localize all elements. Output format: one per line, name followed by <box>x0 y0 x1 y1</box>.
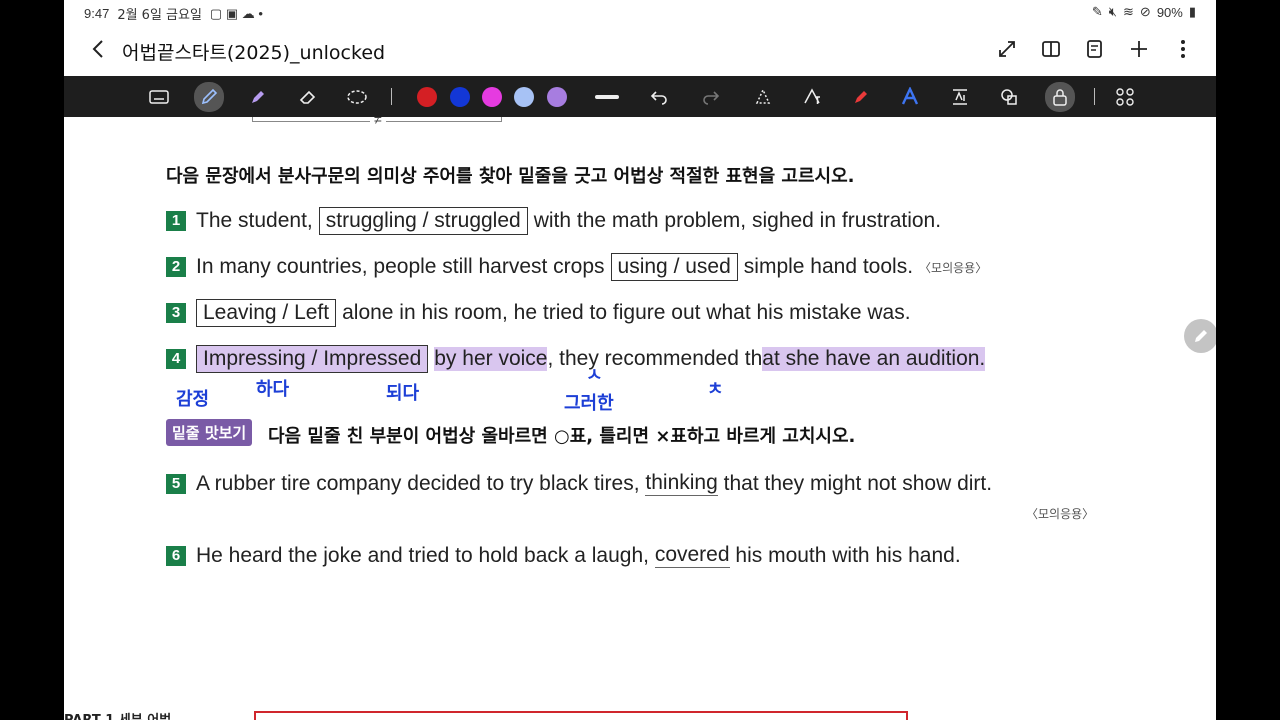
question-5: 5 A rubber tire company decided to try b… <box>166 471 992 496</box>
status-time: 9:47 <box>84 6 110 21</box>
pen-status-icon: ✎ <box>1091 4 1103 19</box>
choice-box: using / used <box>610 253 738 281</box>
question-number: 6 <box>166 545 186 566</box>
dnd-icon: ⊘ <box>1139 4 1151 19</box>
lasso-icon[interactable] <box>344 84 370 110</box>
highlighted-text: by her voice <box>434 347 548 371</box>
question-number: 3 <box>166 303 186 323</box>
question-number: 5 <box>166 473 186 494</box>
instruction-1: 다음 문장에서 분사구문의 의미상 주어를 찾아 밑줄을 긋고 어법상 적절한 … <box>166 166 855 187</box>
question-number: 4 <box>166 349 186 369</box>
underlined-word: covered <box>654 543 730 568</box>
text-recognize-icon[interactable] <box>947 84 973 110</box>
question-6: 6 He heard the joke and tried to hold ba… <box>166 543 961 568</box>
shape-pen-icon[interactable] <box>750 84 776 110</box>
question-text: with the math problem, sighed in frustra… <box>533 209 942 232</box>
toolbar-divider <box>1094 88 1095 105</box>
floating-pen-button[interactable] <box>1184 319 1216 353</box>
question-3: 3 Leaving / Left alone in his room, he t… <box>166 299 911 327</box>
choice-box: Impressing / Impressed <box>196 345 429 373</box>
color-red[interactable] <box>417 87 437 107</box>
status-date: 2월 6일 금요일 <box>117 8 202 23</box>
shapes-icon[interactable] <box>996 84 1022 110</box>
handwritten-note: ㅊ <box>707 379 724 400</box>
handwritten-note: 하다 <box>256 379 290 400</box>
handwritten-note: 감정 <box>176 389 210 410</box>
document-page[interactable]: ≠ 다음 문장에서 분사구문의 의미상 주어를 찾아 밑줄을 긋고 어법상 적절… <box>64 117 1216 720</box>
instruction-2: 다음 밑줄 친 부분이 어법상 올바르면 ○표, 틀리면 ×표하고 바르게 고치… <box>268 426 856 447</box>
question-1: 1 The student, struggling / struggled wi… <box>166 207 941 235</box>
notification-icons: ▢ ▣ ☁ • <box>209 5 263 21</box>
question-text: , they recommended th <box>547 347 763 370</box>
book-view-icon[interactable] <box>1038 36 1064 62</box>
source-tag: 〈모의응용〉 <box>919 260 988 275</box>
color-blue[interactable] <box>450 87 470 107</box>
expand-icon[interactable] <box>994 36 1020 62</box>
battery-text: 90% <box>1156 4 1183 20</box>
back-icon[interactable] <box>86 36 112 62</box>
app-bar: 어법끝스타트(2025)_unlocked <box>64 24 1216 76</box>
marker-icon[interactable] <box>848 84 874 110</box>
lock-icon[interactable] <box>1045 82 1075 112</box>
source-tag: 〈모의응용〉 <box>1026 507 1095 521</box>
pen-toolbar <box>64 76 1216 117</box>
question-2: 2 In many countries, people still harves… <box>166 253 987 281</box>
color-purple[interactable] <box>547 87 567 107</box>
handwritten-note: ㅅ <box>586 365 603 386</box>
handwritten-note: 되다 <box>386 383 420 404</box>
question-text: that they might not show dirt. <box>723 471 993 495</box>
color-lightblue[interactable] <box>514 87 534 107</box>
undo-icon[interactable] <box>646 84 672 110</box>
more-icon[interactable] <box>1170 36 1196 62</box>
part-label: PART 1 세부 어법 <box>64 709 171 720</box>
handwritten-note: 그러한 <box>564 393 614 414</box>
question-text: simple hand tools. <box>743 255 914 278</box>
question-number: 2 <box>166 257 186 277</box>
choice-box: Leaving / Left <box>196 299 337 327</box>
wifi-icon: ≋ <box>1123 4 1134 19</box>
question-4: 4 Impressing / Impressed by her voice , … <box>166 345 986 373</box>
stroke-width-icon[interactable] <box>594 84 620 110</box>
mute-icon: 🔇︎ <box>1108 4 1117 19</box>
question-text: In many countries, people still harvest … <box>196 255 605 278</box>
redo-icon[interactable] <box>698 84 724 110</box>
highlighter-icon[interactable] <box>245 84 271 110</box>
question-number: 1 <box>166 211 186 231</box>
status-bar: 9:47 2월 6일 금요일 ▢ ▣ ☁ • ✎ 🔇︎ ≋ ⊘ 90% ▮ <box>64 0 1216 24</box>
highlighted-text: at she have an audition. <box>762 347 986 371</box>
practice-badge: 밑줄 맛보기 <box>166 419 253 446</box>
pen-icon[interactable] <box>194 82 224 112</box>
question-text: The student, <box>196 209 313 232</box>
next-page-box <box>254 711 908 720</box>
question-text: alone in his room, he tried to figure ou… <box>342 301 911 324</box>
page-settings-icon[interactable] <box>1082 36 1108 62</box>
not-equal-symbol: ≠ <box>370 117 386 127</box>
app-screen: 9:47 2월 6일 금요일 ▢ ▣ ☁ • ✎ 🔇︎ ≋ ⊘ 90% ▮ 어법… <box>64 0 1216 720</box>
choice-box: struggling / struggled <box>318 207 528 235</box>
grid-icon[interactable] <box>1112 84 1138 110</box>
question-text: his mouth with his hand. <box>735 543 961 567</box>
underlined-word: thinking <box>645 471 718 496</box>
keyboard-icon[interactable] <box>146 84 172 110</box>
text-icon[interactable] <box>799 84 825 110</box>
pen-style-icon[interactable] <box>897 84 923 110</box>
color-magenta[interactable] <box>482 87 502 107</box>
document-title: 어법끝스타트(2025)_unlocked <box>122 42 386 64</box>
toolbar-divider <box>391 88 392 105</box>
question-text: A rubber tire company decided to try bla… <box>196 471 640 495</box>
add-icon[interactable] <box>1126 36 1152 62</box>
eraser-icon[interactable] <box>295 84 321 110</box>
battery-icon: ▮ <box>1188 4 1196 19</box>
question-text: He heard the joke and tried to hold back… <box>196 543 649 567</box>
